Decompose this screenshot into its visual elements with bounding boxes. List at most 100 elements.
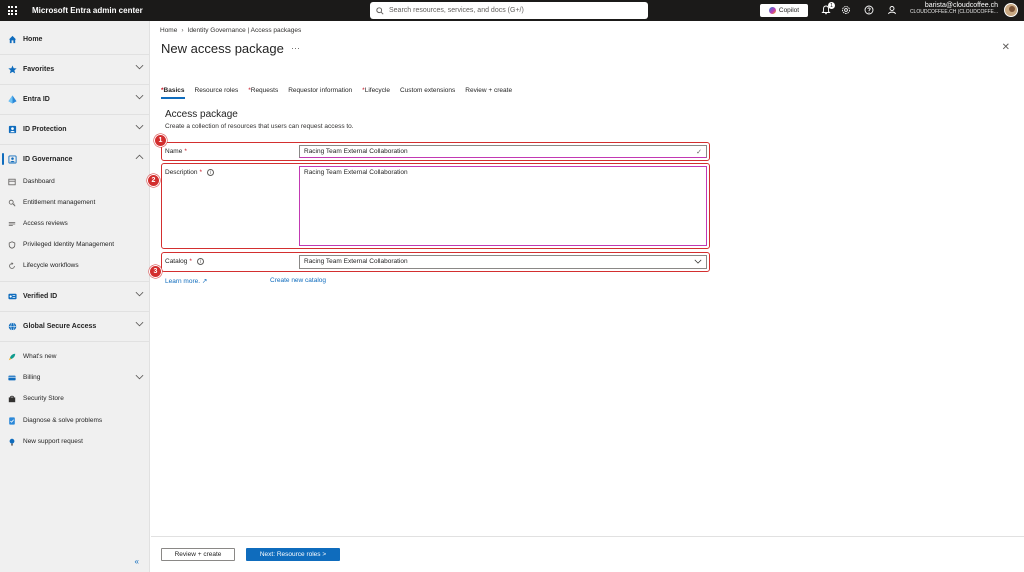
tab-lifecycle[interactable]: *Lifecycle	[362, 87, 390, 98]
sidebar-item-label: ID Governance	[23, 155, 73, 163]
user-tenant: CLOUDCOFFEE.CH (CLOUDCOFFE...	[909, 8, 998, 15]
sidebar-item-label: Verified ID	[23, 292, 58, 300]
copilot-label: Copilot	[778, 7, 800, 14]
sidebar-item-label: Entra ID	[23, 95, 50, 103]
sidebar-item-whats-new[interactable]: What's new	[0, 346, 150, 367]
sidebar-item-support[interactable]: New support request	[0, 431, 150, 452]
sidebar-item-security-store[interactable]: Security Store	[0, 388, 150, 409]
search-input[interactable]: Search resources, services, and docs (G+…	[370, 2, 648, 19]
main-content: Home › Identity Governance | Access pack…	[147, 21, 1024, 572]
sidebar-item-pim[interactable]: Privileged Identity Management	[0, 234, 150, 255]
section-description: Create a collection of resources that us…	[165, 123, 354, 130]
tab-requests[interactable]: *Requests	[248, 87, 278, 98]
create-new-catalog-link[interactable]: Create new catalog	[270, 277, 326, 284]
sidebar-item-label: What's new	[23, 353, 57, 360]
search-icon	[376, 6, 384, 15]
sidebar-item-favorites[interactable]: Favorites	[0, 54, 150, 84]
chevron-down-icon	[135, 291, 144, 297]
notification-badge: 1	[828, 2, 835, 9]
diagnose-icon	[7, 416, 16, 425]
sidebar-item-label: Security Store	[23, 395, 64, 402]
chevron-down-icon	[135, 374, 144, 380]
lifecycle-icon	[7, 261, 16, 270]
globe-icon	[7, 321, 17, 331]
sidebar-item-id-governance[interactable]: ID Governance	[0, 144, 150, 174]
review-create-button[interactable]: Review + create	[161, 548, 235, 561]
feedback-icon[interactable]	[886, 4, 898, 16]
sidebar-item-access-reviews[interactable]: Access reviews	[0, 213, 150, 234]
top-bar: Microsoft Entra admin center Search reso…	[0, 0, 1024, 21]
sidebar-item-label: Entitlement management	[23, 199, 96, 206]
copilot-button[interactable]: Copilot	[760, 4, 808, 17]
step-badge-3: 3	[149, 265, 162, 278]
collapse-sidebar-icon[interactable]: «	[135, 557, 139, 566]
sidebar-item-verified-id[interactable]: Verified ID	[0, 281, 150, 311]
sidebar-item-label: Dashboard	[23, 178, 55, 185]
sidebar-item-label: ID Protection	[23, 125, 67, 133]
chevron-down-icon	[135, 64, 144, 70]
more-options-icon[interactable]: ···	[291, 43, 300, 53]
description-field[interactable]: Racing Team External Collaboration	[299, 166, 707, 246]
catalog-dropdown[interactable]: Racing Team External Collaboration	[299, 255, 707, 269]
tab-review-create[interactable]: Review + create	[465, 87, 512, 98]
sidebar: Home Favorites Entra ID ID Protection ID…	[0, 21, 150, 572]
rocket-icon	[7, 352, 16, 361]
star-icon	[7, 64, 17, 74]
account-menu[interactable]: barista@cloudcoffee.ch CLOUDCOFFEE.CH (C…	[910, 2, 998, 15]
info-icon[interactable]: i	[207, 169, 215, 176]
step-badge-1: 1	[154, 134, 167, 147]
footer-bar: Review + create Next: Resource roles >	[151, 536, 1024, 572]
dashboard-icon	[7, 177, 16, 186]
sidebar-item-label: Access reviews	[23, 220, 68, 227]
support-icon	[7, 437, 16, 446]
chevron-down-icon	[135, 94, 144, 100]
sidebar-item-global-secure-access[interactable]: Global Secure Access	[0, 311, 150, 341]
breadcrumb-access-packages[interactable]: Identity Governance | Access packages	[188, 27, 302, 34]
next-resource-roles-button[interactable]: Next: Resource roles >	[246, 548, 340, 561]
learn-more-link[interactable]: Learn more. ↗	[165, 277, 207, 285]
tab-requestor-information[interactable]: Requestor information	[288, 87, 352, 98]
name-label: Name *	[165, 148, 187, 155]
entitlement-icon	[7, 198, 16, 207]
tab-custom-extensions[interactable]: Custom extensions	[400, 87, 455, 98]
notifications-icon[interactable]: 1	[820, 2, 835, 16]
sidebar-item-entitlement-management[interactable]: Entitlement management	[0, 192, 150, 213]
app-title[interactable]: Microsoft Entra admin center	[32, 6, 143, 15]
sidebar-item-home[interactable]: Home	[0, 24, 150, 54]
tab-basics[interactable]: *Basics	[161, 87, 185, 99]
id-governance-icon	[7, 154, 17, 164]
sidebar-item-billing[interactable]: Billing	[0, 367, 150, 388]
access-reviews-icon	[7, 219, 16, 228]
catalog-label: Catalog * i	[165, 258, 204, 265]
settings-gear-icon[interactable]	[840, 4, 852, 16]
sidebar-item-entra-id[interactable]: Entra ID	[0, 84, 150, 114]
breadcrumb-home[interactable]: Home	[160, 27, 177, 34]
help-icon[interactable]	[863, 4, 875, 16]
sidebar-item-id-protection[interactable]: ID Protection	[0, 114, 150, 144]
tab-resource-roles[interactable]: Resource roles	[195, 87, 239, 98]
name-field[interactable]: Racing Team External Collaboration ✓	[299, 145, 707, 158]
info-icon[interactable]: i	[196, 258, 204, 265]
sidebar-item-label: New support request	[23, 438, 83, 445]
breadcrumb-separator-icon: ›	[181, 27, 184, 34]
sidebar-item-dashboard[interactable]: Dashboard	[0, 171, 150, 192]
sidebar-item-label: Privileged Identity Management	[23, 241, 115, 248]
sidebar-item-label: Home	[23, 35, 43, 43]
sidebar-item-label: Global Secure Access	[23, 322, 97, 330]
sidebar-item-diagnose[interactable]: Diagnose & solve problems	[0, 410, 150, 431]
sidebar-item-label: Diagnose & solve problems	[23, 417, 103, 424]
page-title: New access package	[161, 41, 284, 56]
search-placeholder: Search resources, services, and docs (G+…	[389, 7, 524, 14]
description-label: Description * i	[165, 169, 215, 176]
sidebar-item-lifecycle-workflows[interactable]: Lifecycle workflows	[0, 255, 150, 276]
id-protection-icon	[7, 124, 17, 134]
avatar[interactable]	[1004, 3, 1018, 17]
step-badge-2: 2	[147, 174, 160, 187]
pim-icon	[7, 240, 16, 249]
sidebar-item-label: Billing	[23, 374, 41, 381]
entra-id-icon	[7, 94, 17, 104]
app-launcher-icon[interactable]	[0, 0, 24, 21]
chevron-down-icon	[135, 321, 144, 327]
external-link-icon: ↗	[201, 278, 208, 285]
close-icon[interactable]: ✕	[1002, 42, 1010, 53]
